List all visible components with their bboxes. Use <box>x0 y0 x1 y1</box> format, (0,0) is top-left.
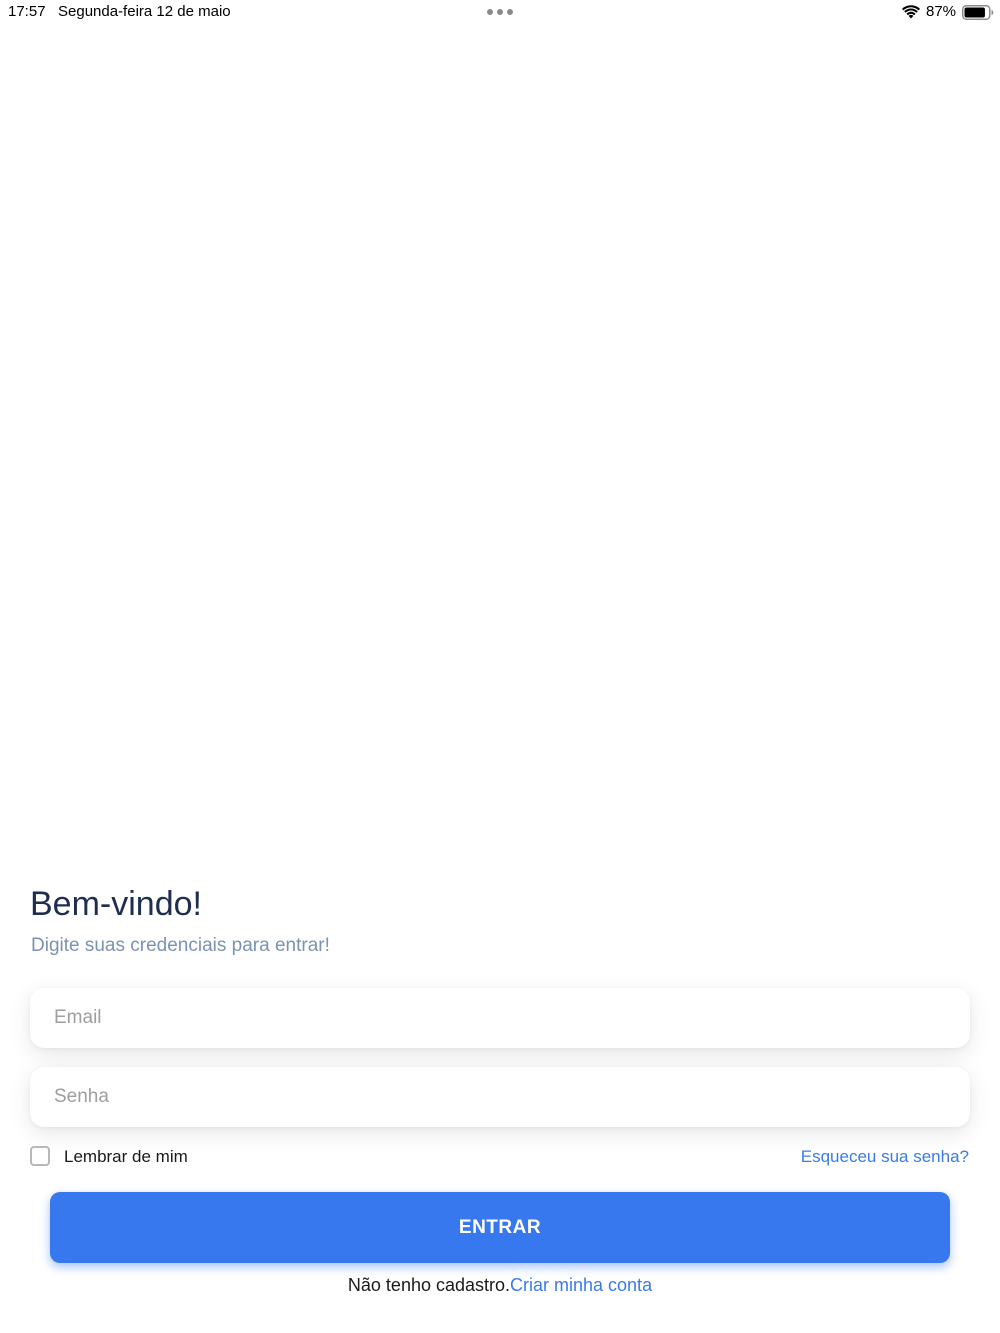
signup-row: Não tenho cadastro.Criar minha conta <box>0 1275 1000 1296</box>
create-account-link[interactable]: Criar minha conta <box>510 1275 652 1295</box>
page-title: Bem-vindo! <box>30 885 202 923</box>
password-field-container <box>30 1067 970 1127</box>
password-field[interactable] <box>30 1067 970 1127</box>
status-time: 17:57 <box>8 3 46 20</box>
login-screen: 17:57 Segunda-feira 12 de maio 87% Bem-v… <box>0 0 1000 1333</box>
remember-row: Lembrar de mim Esqueceu sua senha? <box>30 1145 970 1171</box>
email-field[interactable] <box>30 988 970 1048</box>
battery-icon <box>962 5 994 20</box>
login-button[interactable]: ENTRAR <box>50 1192 950 1263</box>
signup-prompt: Não tenho cadastro. <box>347 1275 511 1295</box>
status-bar: 17:57 Segunda-feira 12 de maio 87% <box>0 0 1000 26</box>
remember-me-label[interactable]: Lembrar de mim <box>64 1147 188 1167</box>
forgot-password-link[interactable]: Esqueceu sua senha? <box>801 1147 969 1167</box>
status-date: Segunda-feira 12 de maio <box>58 3 231 20</box>
email-field-container <box>30 988 970 1048</box>
wifi-icon <box>902 5 920 19</box>
battery-percent: 87% <box>926 3 957 20</box>
remember-me-checkbox[interactable] <box>30 1146 50 1166</box>
page-subtitle: Digite suas credenciais para entrar! <box>31 935 330 956</box>
multitask-dots-icon[interactable] <box>487 9 513 15</box>
